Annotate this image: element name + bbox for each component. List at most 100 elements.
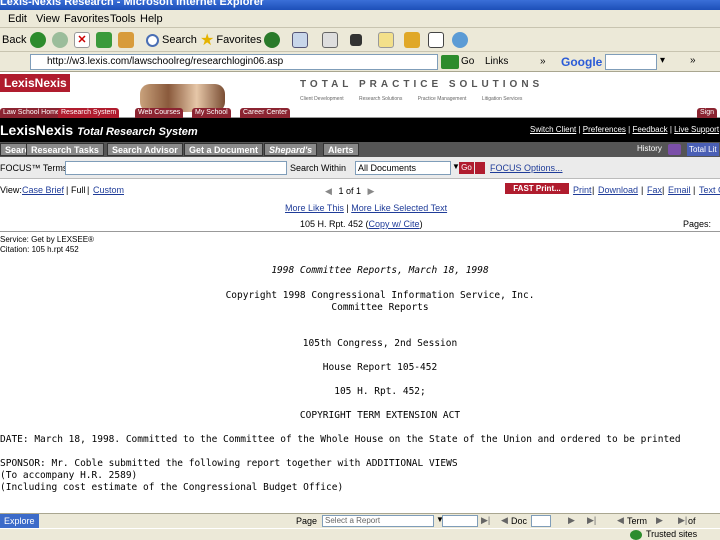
links-button[interactable]: Links: [485, 56, 508, 67]
menu-favorites[interactable]: Favorites: [64, 13, 109, 25]
nav-law-school-home[interactable]: Law School Home: [0, 108, 63, 118]
print-link[interactable]: Print: [573, 185, 592, 195]
doc-position: 1 of 1: [338, 186, 361, 196]
search-button[interactable]: Search: [146, 31, 197, 49]
next-doc-icon[interactable]: ▶: [568, 515, 575, 526]
back-button[interactable]: Back: [2, 31, 47, 49]
history-icon[interactable]: [668, 144, 681, 155]
nav-sign[interactable]: Sign: [697, 108, 718, 118]
focus-clear-icon[interactable]: [475, 162, 485, 174]
tab-research-tasks[interactable]: Research Tasks: [26, 143, 104, 156]
research-brand: LexisNexis Total Research System: [0, 122, 198, 138]
prev-term-icon[interactable]: ◀: [617, 515, 624, 526]
school-nav: Law School Home Research System Web Cour…: [0, 108, 720, 118]
view-sep: |: [641, 185, 644, 195]
menu-help[interactable]: Help: [140, 13, 163, 25]
discuss-button[interactable]: [378, 31, 394, 49]
brand-name: LexisNexis: [0, 122, 74, 138]
top-links: Switch Client | Preferences | Feedback |…: [530, 125, 720, 134]
mail-button[interactable]: [292, 31, 308, 49]
focus-go-button[interactable]: Go: [459, 162, 474, 174]
text-only-link[interactable]: Text Only: [699, 185, 720, 195]
fast-print-button[interactable]: FAST Print...: [505, 183, 569, 194]
case-brief-link[interactable]: Case Brief: [22, 185, 64, 195]
go-button[interactable]: Go: [461, 56, 474, 67]
refresh-button[interactable]: [96, 31, 112, 49]
media-button[interactable]: [264, 31, 280, 49]
fax-link[interactable]: Fax: [647, 185, 662, 195]
nav-research-system[interactable]: Research System: [58, 108, 120, 118]
prev-doc-icon[interactable]: ◀: [501, 515, 508, 526]
of-label: of: [688, 516, 696, 526]
menu-edit[interactable]: Edit: [8, 13, 27, 25]
focus-options-link[interactable]: FOCUS Options...: [490, 163, 563, 173]
lexisnexis-logo: LexisNexis: [0, 74, 70, 92]
switch-client-link[interactable]: Switch Client: [530, 125, 576, 134]
tab-shepards[interactable]: Shepard's: [264, 143, 318, 156]
more-like-this-link[interactable]: More Like This: [285, 203, 344, 213]
links-expand-icon[interactable]: »: [540, 56, 546, 67]
messenger-button[interactable]: [428, 31, 444, 49]
tab-alerts[interactable]: Alerts: [323, 143, 359, 156]
doc-date-line: DATE: March 18, 1998. Committed to the C…: [0, 434, 681, 445]
custom-link[interactable]: Custom: [93, 185, 124, 195]
service-line: Service: Get by LEXSEE®: [0, 235, 94, 244]
favorites-button[interactable]: ★ Favorites: [200, 31, 262, 49]
copy-with-cite-link[interactable]: Copy w/ Cite: [369, 219, 420, 229]
forward-button[interactable]: [52, 31, 68, 49]
last-term-icon[interactable]: ▶|: [678, 515, 687, 526]
window-title-bar: Lexis-Nexis Research - Microsoft Interne…: [0, 0, 720, 10]
doc-number-input[interactable]: [531, 515, 551, 527]
tab-search-advisor[interactable]: Search Advisor: [107, 143, 183, 156]
email-link[interactable]: Email: [668, 185, 691, 195]
research-button[interactable]: [404, 31, 420, 49]
next-page-icon[interactable]: ▶|: [481, 515, 490, 526]
extras-button[interactable]: [452, 31, 468, 49]
favorites-label: Favorites: [216, 34, 262, 46]
menu-view[interactable]: View: [36, 13, 60, 25]
nav-web-courses[interactable]: Web Courses: [135, 108, 184, 118]
prev-doc-icon[interactable]: ◀: [325, 186, 332, 196]
refresh-icon: [96, 32, 112, 48]
history-link[interactable]: History: [637, 144, 662, 153]
tab-get-a-document[interactable]: Get a Document: [184, 143, 264, 156]
more-like-selected-link[interactable]: More Like Selected Text: [351, 203, 447, 213]
edit-button[interactable]: [350, 31, 362, 49]
next-term-icon[interactable]: ▶: [656, 515, 663, 526]
next-doc-icon[interactable]: ▶: [367, 186, 374, 196]
toolbar-expand-icon[interactable]: »: [690, 55, 696, 66]
focus-terms-input[interactable]: [65, 161, 287, 175]
doc-citation: 105 H. Rpt. 452;: [334, 386, 426, 397]
full-view: Full: [71, 185, 86, 195]
forward-arrow-icon: [52, 32, 68, 48]
document-body: 1998 Committee Reports, March 18, 1998 C…: [0, 265, 720, 505]
page-number-input[interactable]: [442, 515, 478, 527]
google-search-input[interactable]: [605, 54, 657, 70]
feedback-link[interactable]: Feedback: [632, 125, 667, 134]
stop-button[interactable]: ✕: [74, 31, 90, 49]
preferences-link[interactable]: Preferences: [583, 125, 626, 134]
live-support-link[interactable]: Live Support: [674, 125, 719, 134]
search-within-select[interactable]: All Documents: [355, 161, 451, 175]
download-link[interactable]: Download: [598, 185, 638, 195]
explore-button[interactable]: Explore: [0, 514, 39, 528]
search-icon: [146, 33, 159, 47]
print-button[interactable]: [322, 31, 338, 49]
google-options-icon[interactable]: ▾: [660, 55, 665, 66]
browser-toolbar: Back ✕ Search ★ Favorites: [0, 28, 720, 52]
view-sep: |: [87, 185, 90, 195]
doc-navigation: ◀ 1 of 1 ▶: [325, 186, 374, 197]
total-lit-button[interactable]: Total Lit: [687, 143, 719, 156]
address-input[interactable]: http://w3.lexis.com/lawschoolreg/researc…: [30, 54, 438, 70]
window-icon: [428, 32, 444, 48]
last-doc-icon[interactable]: ▶|: [587, 515, 596, 526]
select-report-dropdown[interactable]: Select a Report: [322, 515, 434, 527]
nav-my-school[interactable]: My School: [192, 108, 231, 118]
menu-tools[interactable]: Tools: [110, 13, 136, 25]
go-arrow-icon[interactable]: [441, 55, 459, 69]
address-bar: http://w3.lexis.com/lawschoolreg/researc…: [0, 52, 720, 72]
doc-report-number: House Report 105-452: [322, 362, 438, 373]
home-button[interactable]: [118, 31, 134, 49]
doc-copyright: Copyright 1998 Congressional Information…: [225, 290, 535, 301]
nav-career-center[interactable]: Career Center: [240, 108, 291, 118]
